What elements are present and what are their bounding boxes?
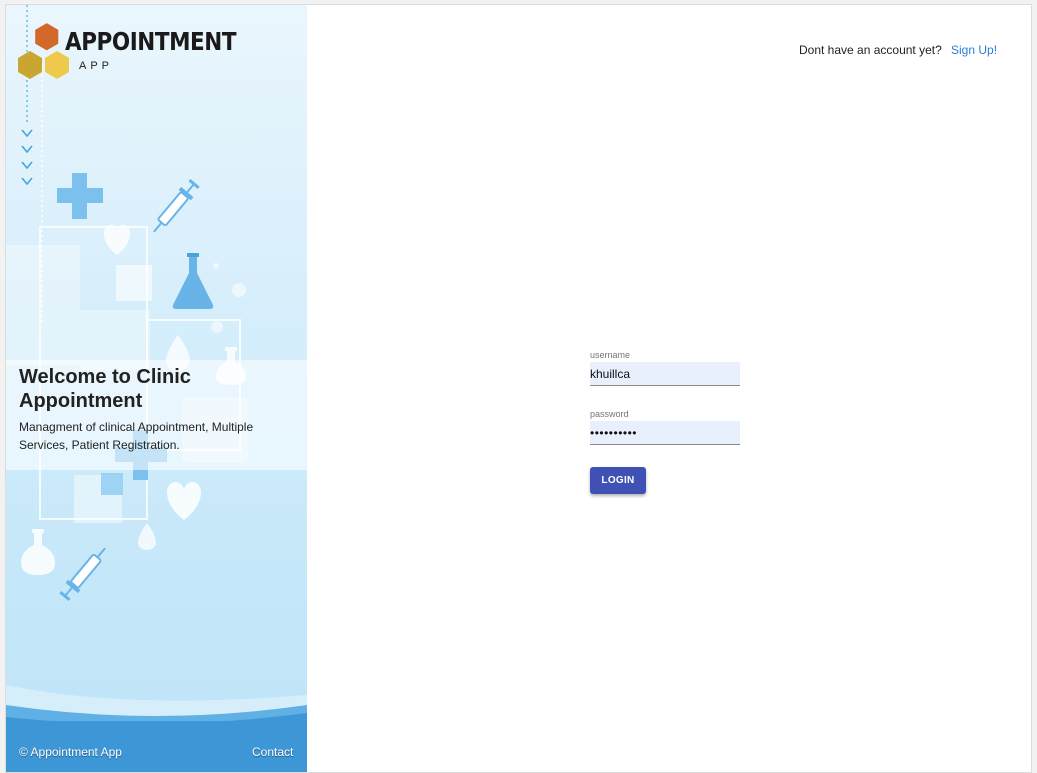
welcome-title: Welcome to Clinic Appointment [19,366,191,412]
drop-icon [138,523,156,550]
login-button[interactable]: LOGIN [590,467,646,494]
sidebar-panel: APPOINTMENT APP Welcome to Clinic Appoin… [6,5,307,772]
welcome-description: Managment of clinical Appointment, Multi… [19,420,254,452]
brand-subtitle: APP [79,60,114,72]
username-input[interactable] [590,362,740,386]
app-window: APPOINTMENT APP Welcome to Clinic Appoin… [5,4,1032,773]
flask-icon [21,529,55,575]
username-label: username [590,350,631,360]
medical-cross-icon [57,173,103,219]
heart-icon [167,481,201,520]
footer-copyright: © Appointment App [19,745,122,759]
password-input[interactable] [590,421,740,445]
password-label: password [590,409,629,419]
heart-icon [103,224,131,255]
footer-contact-link[interactable]: Contact [252,745,293,759]
signup-link[interactable]: Sign Up! [951,43,997,57]
syringe-icon [153,178,200,233]
chevron-down-icon [21,129,33,186]
brand-title: APPOINTMENT [65,27,237,56]
syringe-icon [59,547,106,602]
signup-prompt: Dont have an account yet? [799,43,942,57]
